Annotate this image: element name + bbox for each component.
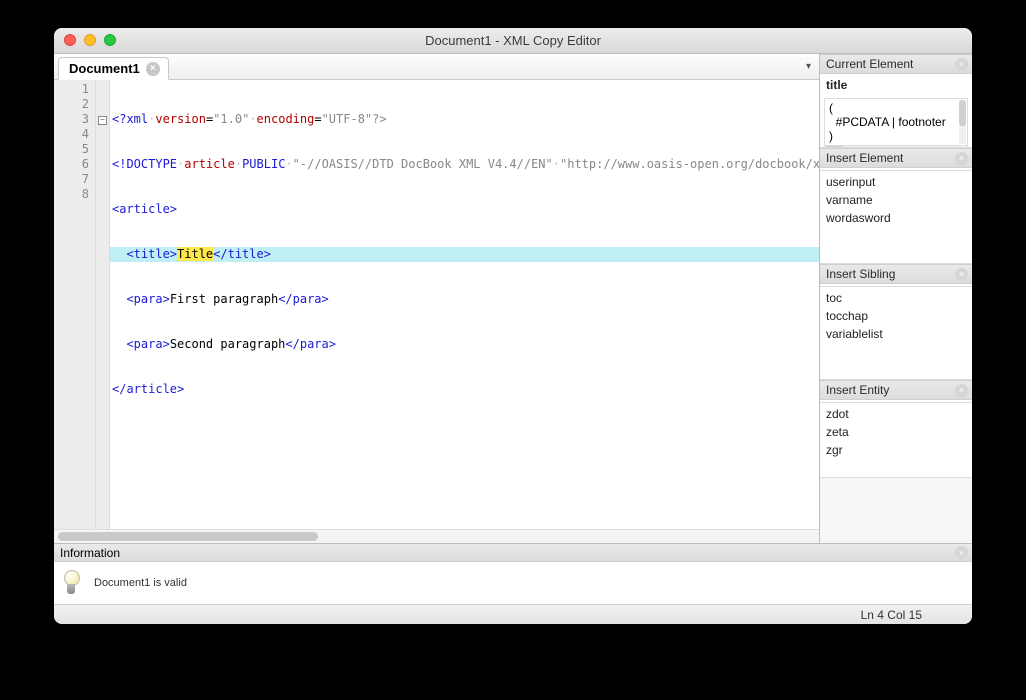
code-line [110,427,819,442]
editor[interactable]: 1 2 3 4 5 6 7 8 − <?xml·version="1.0"·en… [54,80,819,529]
zoom-window-button[interactable] [104,34,116,46]
list-item[interactable]: toc [820,289,972,307]
current-element-body: title ( #PCDATA | footnoter ) * [820,74,972,148]
list-item[interactable]: tocchap [820,307,972,325]
close-panel-button[interactable]: × [955,268,968,281]
window-title: Document1 - XML Copy Editor [425,33,601,48]
status-bar: Ln 4 Col 15 [54,604,972,624]
information-panel: Information × Document1 is valid [54,543,972,604]
code-line: <article> [110,202,819,217]
line-number-gutter: 1 2 3 4 5 6 7 8 [54,80,96,529]
content-model-vscroll[interactable] [959,100,966,144]
close-window-button[interactable] [64,34,76,46]
panel-header: Current Element × [820,54,972,74]
minimize-window-button[interactable] [84,34,96,46]
list-item[interactable]: zdot [820,405,972,423]
list-item[interactable]: wordasword [820,209,972,227]
close-panel-button[interactable]: × [955,152,968,165]
fold-toggle[interactable]: − [98,116,107,125]
insert-sibling-list[interactable]: toc tocchap variablelist [820,284,972,380]
window-controls [64,34,116,46]
list-item[interactable]: variablelist [820,325,972,343]
panel-header: Insert Entity × [820,380,972,400]
tab-overflow-button[interactable]: ▾ [806,61,811,72]
cursor-position: Ln 4 Col 15 [861,608,922,622]
titlebar: Document1 - XML Copy Editor [54,28,972,54]
insert-sibling-panel: Insert Sibling × toc tocchap variablelis… [820,264,972,380]
editor-horizontal-scrollbar[interactable] [54,529,819,543]
lightbulb-icon [62,570,80,596]
insert-entity-list[interactable]: zdot zeta zgr [820,400,972,478]
app-window: Document1 - XML Copy Editor Document1 × … [54,28,972,624]
panel-header: Insert Sibling × [820,264,972,284]
list-item[interactable]: zeta [820,423,972,441]
tab-strip: Document1 × ▾ [54,54,819,80]
code-line: <para>Second paragraph</para> [110,337,819,352]
list-item[interactable]: userinput [820,173,972,191]
information-message: Document1 is valid [94,577,187,589]
list-item[interactable]: zgr [820,441,972,459]
current-element-name: title [820,76,972,94]
information-body: Document1 is valid [54,562,972,604]
content-model-box[interactable]: ( #PCDATA | footnoter ) * [824,98,968,146]
close-panel-button[interactable]: × [955,546,968,559]
panel-header: Insert Element × [820,148,972,168]
fold-gutter: − [96,80,110,529]
insert-entity-panel: Insert Entity × zdot zeta zgr [820,380,972,478]
code-line: <?xml·version="1.0"·encoding="UTF-8"?> [110,112,819,127]
close-panel-button[interactable]: × [955,58,968,71]
workspace: Document1 × ▾ 1 2 3 4 5 6 7 8 [54,54,972,543]
close-tab-button[interactable]: × [146,62,160,76]
list-item[interactable]: varname [820,191,972,209]
code-line: <!DOCTYPE·article·PUBLIC·"-//OASIS//DTD … [110,157,819,172]
code-line: </article> [110,382,819,397]
insert-element-panel: Insert Element × userinput varname worda… [820,148,972,264]
insert-element-list[interactable]: userinput varname wordasword [820,168,972,264]
side-panels: Current Element × title ( #PCDATA | foot… [820,54,972,543]
scrollbar-thumb[interactable] [58,532,318,541]
code-lines[interactable]: <?xml·version="1.0"·encoding="UTF-8"?> <… [110,80,819,529]
tab-label: Document1 [69,61,140,76]
code-line-current: <title>Title</title> [110,247,819,262]
current-element-panel: Current Element × title ( #PCDATA | foot… [820,54,972,148]
document-tab[interactable]: Document1 × [58,57,169,80]
panel-header: Information × [54,544,972,562]
document-area: Document1 × ▾ 1 2 3 4 5 6 7 8 [54,54,820,543]
code-line: <para>First paragraph</para> [110,292,819,307]
content-model-hscroll[interactable] [824,146,968,148]
close-panel-button[interactable]: × [955,384,968,397]
